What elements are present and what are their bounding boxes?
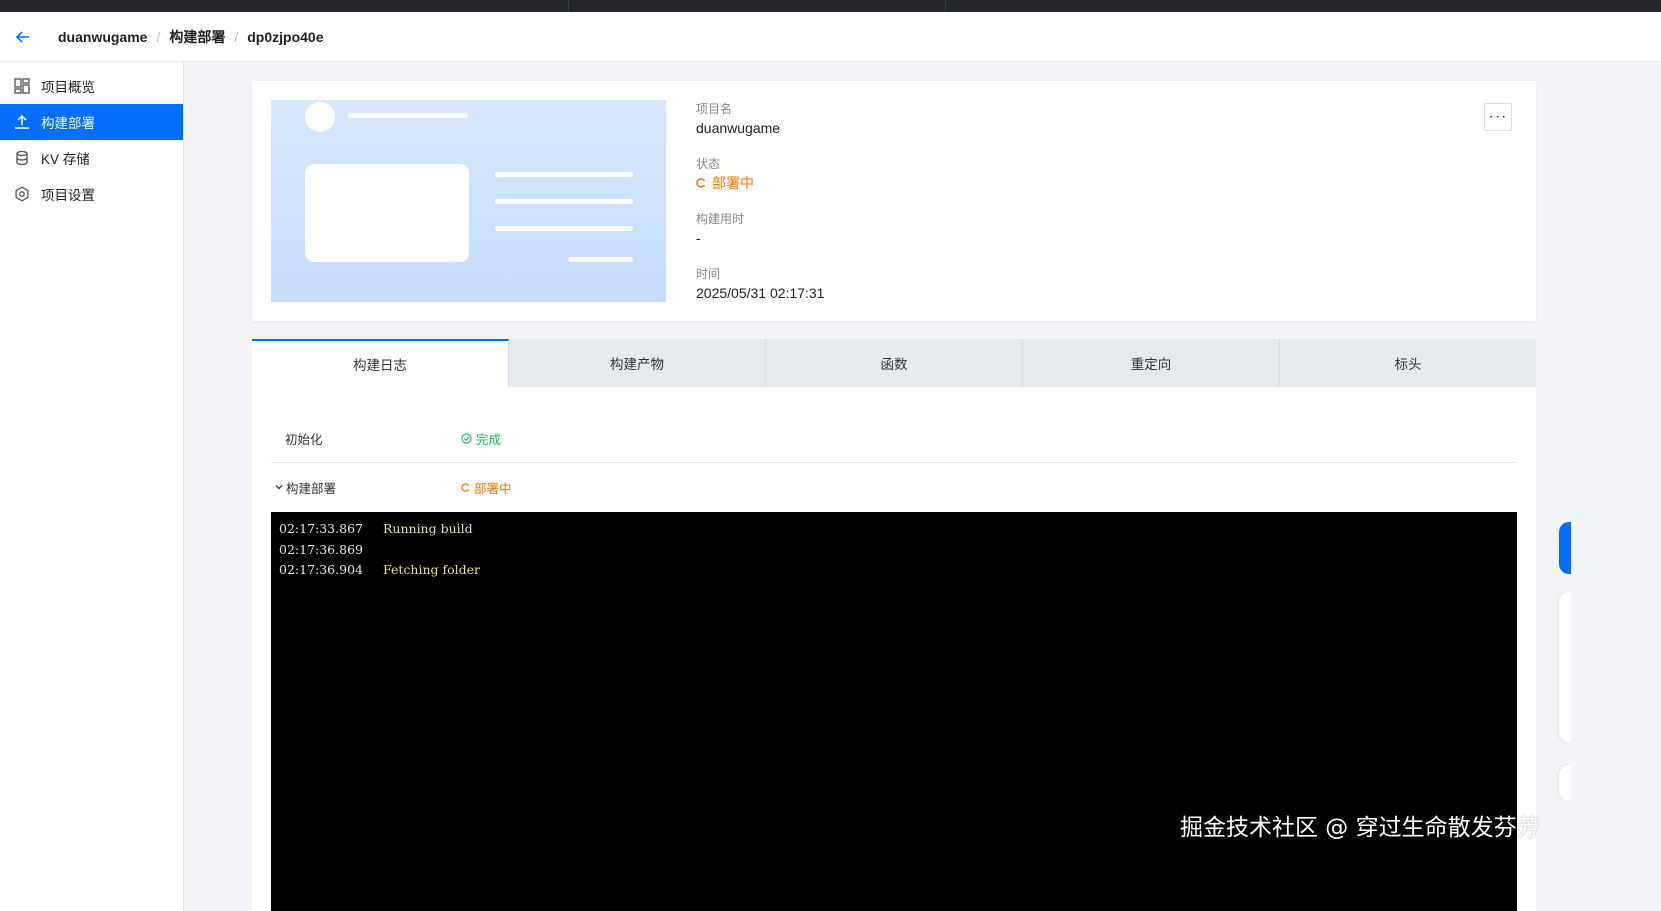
- tab-headers[interactable]: 标头: [1280, 339, 1536, 387]
- log-timestamp: 02:17:33.867: [279, 521, 363, 536]
- top-window-strip: [0, 0, 1661, 12]
- log-timestamp: 02:17:36.869: [279, 541, 363, 557]
- strip-divider: [945, 0, 946, 12]
- breadcrumb-section[interactable]: 构建部署: [169, 27, 225, 47]
- breadcrumb-deployment: dp0zjpo40e: [247, 28, 324, 45]
- sidebar-item-kv-storage[interactable]: KV 存储: [0, 140, 183, 176]
- sidebar-item-overview[interactable]: 项目概览: [0, 68, 183, 104]
- time-value: 2025/05/31 02:17:31: [696, 285, 825, 301]
- build-time-value: -: [696, 230, 701, 246]
- project-preview-image: [271, 100, 666, 302]
- loading-icon: [696, 178, 706, 188]
- tab-functions[interactable]: 函数: [766, 339, 1023, 387]
- sidebar-item-label: 项目概览: [41, 80, 95, 95]
- stage-row-build: 构建部署 部署中: [271, 463, 1517, 511]
- loading-icon: [461, 482, 470, 492]
- check-circle-icon: [461, 433, 472, 444]
- log-message: Running build: [383, 521, 473, 536]
- stage-status: 完成: [461, 429, 501, 448]
- project-name-label: 项目名: [696, 102, 733, 116]
- more-actions-button[interactable]: ···: [1484, 103, 1512, 131]
- breadcrumb-separator: /: [234, 28, 239, 45]
- stage-status-text: 完成: [476, 433, 502, 447]
- project-name: duanwugame: [696, 120, 781, 136]
- chevron-down-icon: [275, 485, 283, 490]
- time-label: 时间: [696, 267, 721, 281]
- build-log-terminal[interactable]: 02:17:33.867 Running build 02:17:36.869 0…: [271, 512, 1517, 911]
- floating-scroll-button[interactable]: [1559, 765, 1571, 801]
- sidebar: 项目概览 构建部署 KV 存储 项目设置: [0, 62, 184, 911]
- build-time-label: 构建用时: [696, 212, 745, 226]
- log-line: 02:17:36.869: [279, 540, 1509, 561]
- sidebar-item-label: 构建部署: [41, 116, 95, 131]
- status-text: 部署中: [712, 175, 754, 191]
- stage-name: 初始化: [285, 433, 323, 447]
- status-badge: 部署中: [696, 172, 824, 194]
- upload-icon: [14, 114, 30, 130]
- tab-build-log[interactable]: 构建日志: [252, 339, 509, 387]
- page-header: duanwugame / 构建部署 / dp0zjpo40e: [0, 12, 1661, 62]
- watermark-text: 掘金技术社区 @ 穿过生命散发芬芳: [1180, 815, 1540, 841]
- sidebar-item-label: 项目设置: [41, 188, 95, 203]
- arrow-left-icon: [16, 30, 29, 43]
- stage-status-text: 部署中: [474, 481, 512, 496]
- sidebar-item-settings[interactable]: 项目设置: [0, 176, 183, 212]
- stage-row-init: 初始化 完成: [271, 415, 1517, 463]
- project-meta: 项目名 duanwugame 状态 部署中 构建用时 - 时间 2025/05/…: [696, 101, 824, 321]
- log-line: 02:17:33.867 Running build: [279, 519, 1509, 540]
- sidebar-item-build-deploy[interactable]: 构建部署: [0, 104, 183, 140]
- dashboard-icon: [14, 78, 30, 94]
- breadcrumb: duanwugame / 构建部署 / dp0zjpo40e: [58, 27, 324, 47]
- strip-divider: [568, 0, 569, 12]
- tab-redirects[interactable]: 重定向: [1023, 339, 1280, 387]
- stage-name: 构建部署: [286, 481, 337, 496]
- log-line: 02:17:36.904 Fetching folder: [279, 560, 1509, 581]
- gear-icon: [14, 186, 30, 202]
- breadcrumb-separator: /: [156, 28, 161, 45]
- tab-build-artifacts[interactable]: 构建产物: [509, 339, 766, 387]
- status-label: 状态: [696, 157, 721, 171]
- project-summary-card: 项目名 duanwugame 状态 部署中 构建用时 - 时间 2025/05/…: [252, 81, 1536, 321]
- back-button[interactable]: [0, 12, 46, 62]
- build-stages: 初始化 完成 构建部署 部署中: [271, 415, 1517, 511]
- database-icon: [14, 150, 30, 166]
- detail-tabs: 构建日志 构建产物 函数 重定向 标头: [252, 339, 1536, 387]
- floating-tool-panel[interactable]: [1559, 592, 1571, 742]
- log-timestamp: 02:17:36.904: [279, 562, 363, 577]
- floating-help-button[interactable]: [1559, 522, 1571, 574]
- stage-toggle[interactable]: 构建部署: [271, 478, 461, 497]
- sidebar-item-label: KV 存储: [41, 152, 90, 167]
- breadcrumb-project[interactable]: duanwugame: [58, 29, 147, 45]
- log-message: Fetching folder: [383, 562, 481, 577]
- stage-status: 部署中: [461, 478, 512, 497]
